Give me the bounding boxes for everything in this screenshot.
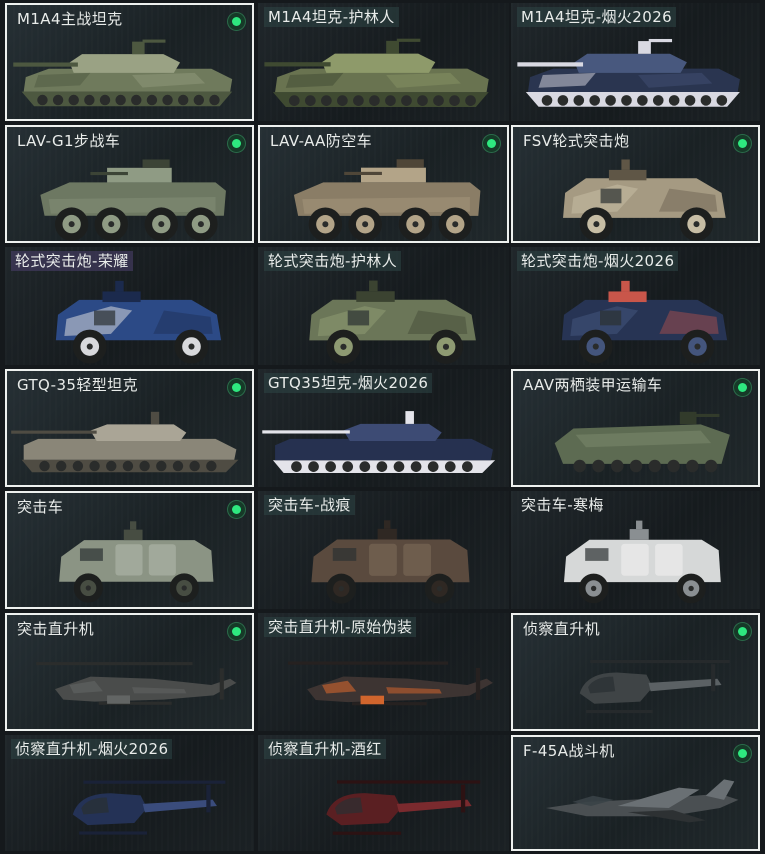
vehicle-image xyxy=(40,159,226,241)
vehicle-name: 侦察直升机 xyxy=(523,620,601,638)
vehicle-card[interactable]: GTQ35坦克-烟火2026 xyxy=(258,369,509,487)
vehicle-name: GTQ35坦克-烟火2026 xyxy=(264,373,433,393)
vehicle-name: 轮式突击炮-烟火2026 xyxy=(517,251,679,271)
vehicle-card[interactable]: AAV两栖装甲运输车 xyxy=(511,369,760,487)
status-dot-icon xyxy=(228,379,245,396)
vehicle-card[interactable]: 侦察直升机 xyxy=(511,613,760,731)
helicopter-image xyxy=(326,780,481,835)
vehicle-card[interactable]: 轮式突击炮-荣耀 xyxy=(5,247,254,365)
jet-image xyxy=(545,779,739,823)
vehicle-grid: M1A4主战坦克 M1A4坦克-护林人 M1A4坦克-烟火2026 LAV-G1步战车… xyxy=(0,0,765,854)
helicopter-image xyxy=(36,662,237,705)
status-dot-icon xyxy=(734,379,751,396)
vehicle-name: 侦察直升机-酒红 xyxy=(264,739,386,759)
vehicle-image xyxy=(13,39,233,107)
vehicle-name: FSV轮式突击炮 xyxy=(523,132,630,150)
vehicle-name: AAV两栖装甲运输车 xyxy=(523,376,663,394)
status-dot-icon xyxy=(734,135,751,152)
vehicle-name: LAV-G1步战车 xyxy=(17,132,121,150)
vehicle-card[interactable]: 突击直升机 xyxy=(5,613,254,731)
vehicle-name: 突击直升机-原始伪装 xyxy=(264,617,417,637)
vehicle-card[interactable]: 突击车-战痕 xyxy=(258,491,509,609)
vehicle-image xyxy=(311,520,470,604)
vehicle-card[interactable]: M1A4坦克-烟火2026 xyxy=(511,3,760,121)
vehicle-name: 突击车-战痕 xyxy=(264,495,355,515)
vehicle-name: M1A4主战坦克 xyxy=(17,10,123,28)
vehicle-name: LAV-AA防空车 xyxy=(270,132,373,150)
vehicle-name: 轮式突击炮-护林人 xyxy=(264,251,402,271)
vehicle-name: M1A4坦克-烟火2026 xyxy=(517,7,677,27)
vehicle-image xyxy=(561,280,728,364)
helicopter-image xyxy=(579,659,730,714)
vehicle-image xyxy=(554,411,730,473)
vehicle-card[interactable]: F-45A战斗机 xyxy=(511,735,760,851)
vehicle-card[interactable]: 轮式突击炮-烟火2026 xyxy=(511,247,760,365)
vehicle-card[interactable]: 突击车 xyxy=(5,491,254,609)
vehicle-name: 突击直升机 xyxy=(17,620,95,638)
status-dot-icon xyxy=(734,745,751,762)
helicopter-image xyxy=(72,780,226,835)
vehicle-card[interactable]: 突击车-寒梅 xyxy=(511,491,760,609)
vehicle-card[interactable]: FSV轮式突击炮 xyxy=(511,125,760,243)
status-dot-icon xyxy=(228,501,245,518)
status-dot-icon xyxy=(228,13,245,30)
status-dot-icon xyxy=(483,135,500,152)
vehicle-card[interactable]: LAV-G1步战车 xyxy=(5,125,254,243)
vehicle-name: 轮式突击炮-荣耀 xyxy=(11,251,133,271)
vehicle-card[interactable]: LAV-AA防空车 xyxy=(258,125,509,243)
vehicle-name: 突击车-寒梅 xyxy=(521,496,604,514)
vehicle-image xyxy=(11,411,239,473)
vehicle-image xyxy=(55,280,222,364)
vehicle-image xyxy=(59,521,214,603)
vehicle-card[interactable]: GTQ-35轻型坦克 xyxy=(5,369,254,487)
vehicle-name: M1A4坦克-护林人 xyxy=(264,7,399,27)
vehicle-card[interactable]: 突击直升机-原始伪装 xyxy=(258,613,509,731)
vehicle-image xyxy=(309,280,476,364)
vehicle-card[interactable]: 侦察直升机-酒红 xyxy=(258,735,509,851)
vehicle-card[interactable]: 侦察直升机-烟火2026 xyxy=(5,735,254,851)
vehicle-image xyxy=(563,159,726,241)
vehicle-image xyxy=(563,520,721,604)
vehicle-name: 侦察直升机-烟火2026 xyxy=(11,739,173,759)
vehicle-card[interactable]: 轮式突击炮-护林人 xyxy=(258,247,509,365)
vehicle-card[interactable]: M1A4主战坦克 xyxy=(5,3,254,121)
vehicle-image xyxy=(264,38,489,108)
vehicle-name: 突击车 xyxy=(17,498,64,516)
vehicle-card[interactable]: M1A4坦克-护林人 xyxy=(258,3,509,121)
vehicle-name: GTQ-35轻型坦克 xyxy=(17,376,138,394)
status-dot-icon xyxy=(734,623,751,640)
vehicle-name: F-45A战斗机 xyxy=(523,742,615,760)
status-dot-icon xyxy=(228,623,245,640)
vehicle-image xyxy=(517,38,740,107)
vehicle-image xyxy=(262,411,496,474)
status-dot-icon xyxy=(228,135,245,152)
vehicle-image xyxy=(293,159,481,241)
helicopter-image xyxy=(287,661,493,706)
